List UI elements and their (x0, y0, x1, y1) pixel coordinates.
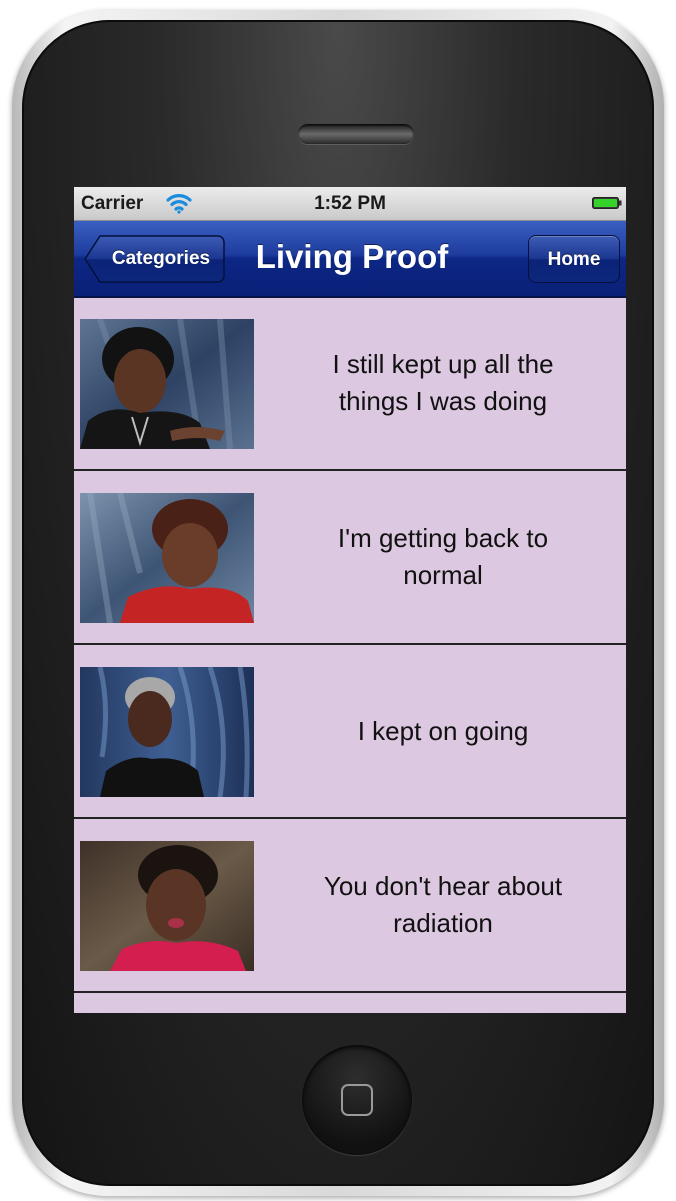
home-button[interactable]: Home (528, 235, 620, 283)
list-item-text: I kept on going (264, 645, 622, 817)
status-bar: Carrier 1:52 PM (74, 187, 626, 221)
status-time: 1:52 PM (314, 193, 386, 214)
portrait-thumbnail (80, 493, 254, 623)
home-square-icon (341, 1084, 373, 1116)
list-item-text: I still kept up all the things I was doi… (264, 297, 622, 469)
list-item[interactable]: I kept on going (74, 645, 626, 819)
portrait-thumbnail (80, 841, 254, 971)
list-item[interactable]: I still kept up all the things I was doi… (74, 297, 626, 471)
speaker-grille (298, 124, 414, 144)
list-item-label: I still kept up all the things I was doi… (332, 349, 554, 416)
list-item-label: You don't hear about radiation (323, 871, 563, 938)
battery-icon (592, 197, 622, 209)
portrait-thumbnail (80, 667, 254, 797)
story-list: I still kept up all the things I was doi… (74, 297, 626, 993)
list-item[interactable]: I'm getting back to normal (74, 471, 626, 645)
page-title-text: Living Proof (255, 238, 449, 275)
navigation-bar: Categories Living Proof Home (74, 221, 626, 298)
home-hardware-button[interactable] (302, 1045, 412, 1155)
list-item-text: I'm getting back to normal (264, 471, 622, 643)
list-item-text: You don't hear about radiation (264, 819, 622, 991)
portrait-thumbnail (80, 319, 254, 449)
list-item-label: I kept on going (357, 715, 529, 746)
list-item[interactable]: You don't hear about radiation (74, 819, 626, 993)
app-screen: Carrier 1:52 PM Categories Living Proof … (74, 187, 626, 1013)
list-item-label: I'm getting back to normal (337, 523, 549, 590)
